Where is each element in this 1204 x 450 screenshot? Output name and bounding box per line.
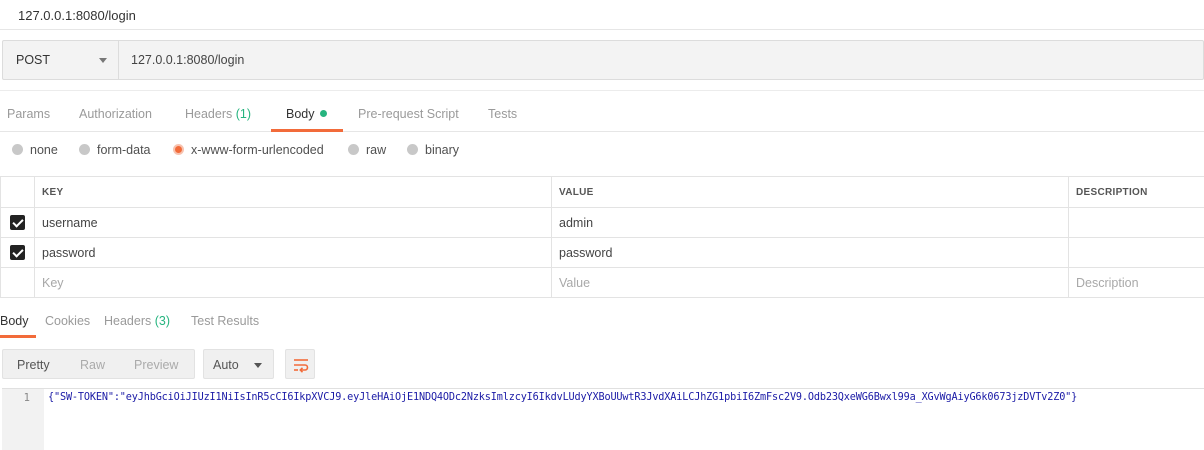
tab-headers-label: Headers	[185, 107, 233, 121]
response-tab-headers-count: (3)	[154, 314, 171, 328]
param-value-cell[interactable]: password	[551, 237, 1069, 268]
response-tab-headers[interactable]: Headers (3)	[104, 314, 170, 328]
tab-body[interactable]: Body	[286, 107, 327, 121]
chevron-down-icon	[99, 58, 107, 63]
format-label: Auto	[213, 358, 239, 372]
view-preview-button[interactable]: Preview	[134, 358, 178, 372]
table-row: password password	[0, 237, 1204, 268]
wrap-lines-button[interactable]	[285, 349, 315, 379]
wrap-lines-icon	[294, 359, 309, 373]
body-mode-radios: none form-data x-www-form-urlencoded raw…	[0, 140, 1204, 164]
response-tab-headers-label: Headers	[104, 314, 152, 328]
checkbox-checked-icon[interactable]	[10, 215, 25, 231]
radio-circle-icon	[407, 144, 418, 155]
checkbox-checked-icon[interactable]	[10, 245, 25, 261]
new-key-input[interactable]: Key	[34, 267, 552, 298]
url-input[interactable]	[119, 41, 1203, 79]
response-body-editor[interactable]: 1 {"SW-TOKEN":"eyJhbGciOiJIUzI1NiIsInR5c…	[2, 388, 1204, 450]
window-title: 127.0.0.1:8080/login	[18, 8, 136, 23]
column-header-value: VALUE	[551, 176, 1069, 208]
tab-tests[interactable]: Tests	[488, 107, 517, 121]
param-description-cell[interactable]	[1068, 207, 1204, 238]
row-checkbox-cell	[0, 237, 35, 268]
radio-none-label: none	[30, 143, 58, 157]
row-checkbox-cell	[0, 207, 35, 238]
table-header-checkbox	[0, 176, 35, 208]
response-tab-cookies[interactable]: Cookies	[45, 314, 90, 328]
param-key-cell[interactable]: username	[34, 207, 552, 238]
param-description-cell[interactable]	[1068, 237, 1204, 268]
radio-circle-icon	[79, 144, 90, 155]
response-tabs: Body Cookies Headers (3) Test Results	[0, 304, 1204, 338]
body-modified-dot-icon	[319, 110, 327, 117]
request-tabs: Params Authorization Headers (1) Body Pr…	[0, 90, 1204, 132]
window-title-bar: 127.0.0.1:8080/login	[0, 0, 1204, 30]
params-table: KEY VALUE DESCRIPTION username admin pas…	[0, 176, 1204, 298]
column-header-key: KEY	[34, 176, 552, 208]
tab-headers[interactable]: Headers (1)	[185, 107, 251, 121]
line-number: 1	[23, 392, 30, 404]
tab-authorization[interactable]: Authorization	[79, 107, 152, 121]
new-value-input[interactable]: Value	[551, 267, 1069, 298]
tab-params[interactable]: Params	[7, 107, 50, 121]
radio-binary-label: binary	[425, 143, 460, 157]
radio-form-data-label: form-data	[97, 143, 151, 157]
table-row-placeholder: Key Value Description	[0, 267, 1204, 298]
radio-urlencoded-label: x-www-form-urlencoded	[191, 143, 324, 157]
param-key-cell[interactable]: password	[34, 237, 552, 268]
radio-selected-icon	[173, 144, 184, 155]
response-body-text: {"SW-TOKEN":"eyJhbGciOiJIUzI1NiIsInR5cCI…	[48, 392, 1078, 403]
radio-circle-icon	[348, 144, 359, 155]
table-row: username admin	[0, 207, 1204, 238]
column-header-description: DESCRIPTION	[1068, 176, 1204, 208]
active-response-tab-indicator	[0, 335, 36, 338]
row-checkbox-cell	[0, 267, 35, 298]
response-tab-test-results[interactable]: Test Results	[191, 314, 259, 328]
view-mode-segment: Pretty Raw Preview	[2, 349, 195, 379]
radio-circle-icon	[12, 144, 23, 155]
method-label: POST	[16, 53, 51, 67]
new-description-input[interactable]: Description	[1068, 267, 1204, 298]
active-tab-indicator	[271, 129, 343, 132]
param-value-cell[interactable]: admin	[551, 207, 1069, 238]
chevron-down-icon	[254, 363, 262, 368]
method-dropdown[interactable]: POST	[3, 41, 119, 79]
line-number-gutter: 1	[2, 389, 44, 450]
format-dropdown[interactable]: Auto	[203, 349, 274, 379]
tab-pre-request-script[interactable]: Pre-request Script	[358, 107, 459, 121]
response-tab-body[interactable]: Body	[0, 314, 29, 328]
tab-body-label: Body	[286, 107, 315, 121]
table-header-row: KEY VALUE DESCRIPTION	[0, 176, 1204, 208]
tab-headers-count: (1)	[235, 107, 252, 121]
view-raw-button[interactable]: Raw	[80, 358, 105, 372]
view-pretty-button[interactable]: Pretty	[17, 358, 50, 372]
request-url-bar: POST	[2, 40, 1204, 80]
radio-raw-label: raw	[366, 143, 387, 157]
